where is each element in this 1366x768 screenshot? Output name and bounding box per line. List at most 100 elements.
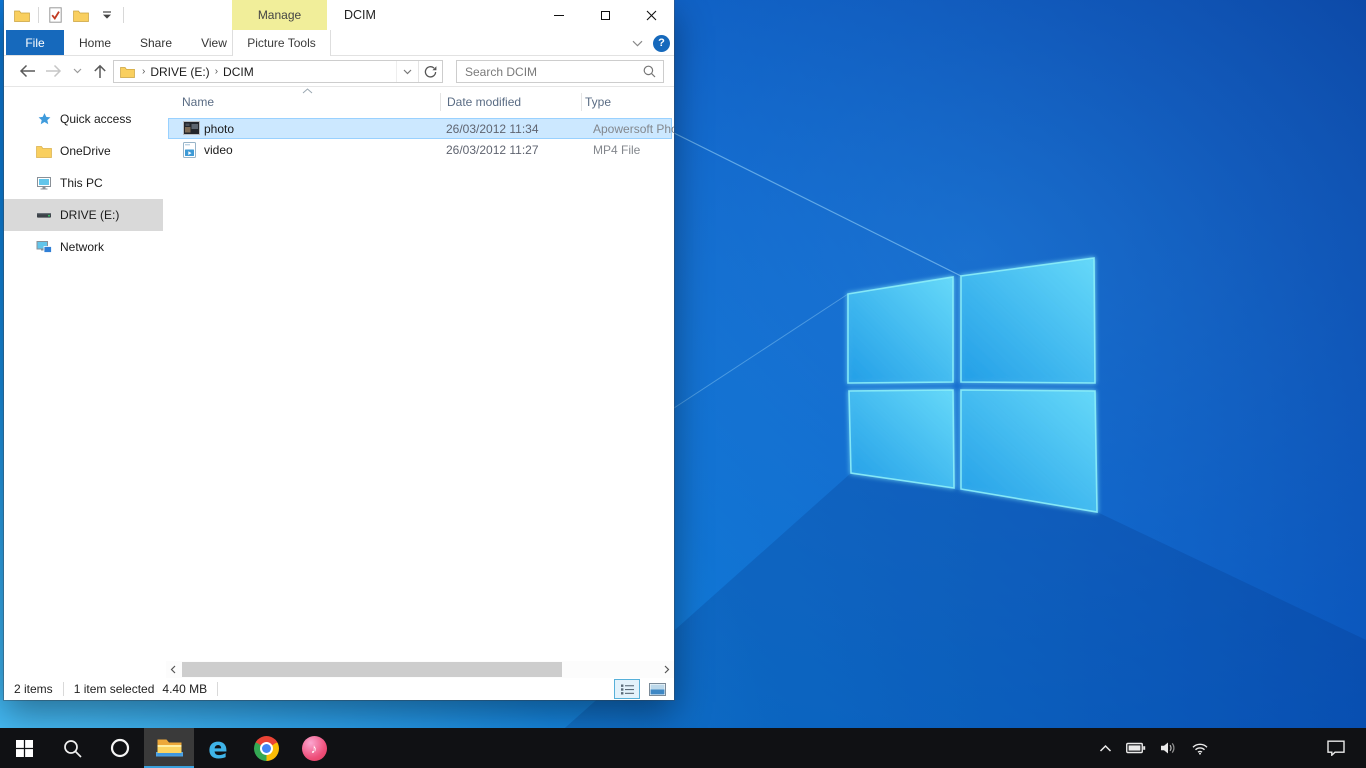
action-center-button[interactable]: [1320, 728, 1352, 768]
qat-properties-button[interactable]: [45, 4, 65, 26]
sidebar-item-drive-e[interactable]: DRIVE (E:): [4, 199, 163, 231]
ribbon-right-controls: [632, 30, 672, 56]
file-name: photo: [204, 122, 234, 136]
qat-customize-button[interactable]: [97, 4, 117, 26]
system-tray: [1092, 728, 1366, 768]
file-date-modified: 26/03/2012 11:27: [446, 143, 539, 157]
column-divider[interactable]: [581, 93, 582, 111]
back-button[interactable]: [15, 59, 39, 83]
column-header-name[interactable]: Name: [182, 95, 214, 109]
volume-tray-button[interactable]: [1153, 728, 1184, 768]
toolbar-separator: [123, 7, 124, 23]
folder-icon: [120, 66, 135, 78]
search-icon[interactable]: [643, 65, 656, 78]
quick-access-star-icon: [36, 111, 52, 127]
maximize-button[interactable]: [582, 0, 628, 30]
minimize-button[interactable]: [536, 0, 582, 30]
status-bar: 2 items 1 item selected 4.40 MB: [4, 678, 674, 700]
horizontal-scrollbar[interactable]: [166, 661, 674, 678]
breadcrumb-separator-icon: [210, 66, 223, 77]
qat-new-folder-button[interactable]: [71, 4, 91, 26]
edge-icon: [208, 734, 228, 763]
main-area: Quick access OneDrive This PC: [4, 88, 674, 678]
show-hidden-icons-button[interactable]: [1092, 728, 1119, 768]
tab-home[interactable]: Home: [64, 30, 126, 55]
this-pc-monitor-icon: [36, 175, 52, 191]
properties-check-icon: [49, 7, 62, 23]
breadcrumb-folder[interactable]: DCIM: [223, 65, 254, 79]
chevron-right-icon: [664, 665, 670, 674]
scrollbar-thumb[interactable]: [182, 662, 562, 677]
desktop-screen: Manage DCIM File Home Share View Picture…: [0, 0, 1366, 768]
ribbon-tab-row: File Home Share View Picture Tools: [4, 30, 674, 56]
new-folder-icon: [73, 9, 89, 22]
windows-start-icon: [16, 740, 33, 757]
scroll-left-button[interactable]: [166, 661, 180, 678]
sort-ascending-icon: [302, 88, 313, 94]
toolbar-separator: [38, 7, 39, 23]
large-icons-view-button[interactable]: [644, 679, 670, 699]
close-button[interactable]: [628, 0, 674, 30]
cortana-button[interactable]: [96, 728, 144, 768]
sidebar-item-this-pc[interactable]: This PC: [4, 167, 166, 199]
taskbar-edge-button[interactable]: [194, 728, 242, 768]
chevron-down-icon: [632, 40, 643, 47]
sidebar-item-label: Network: [60, 240, 104, 254]
scrollbar-track[interactable]: [180, 661, 660, 678]
refresh-button[interactable]: [418, 61, 442, 82]
file-row-video[interactable]: video 26/03/2012 11:27 MP4 File: [166, 139, 674, 160]
column-header-type[interactable]: Type: [585, 95, 611, 109]
file-row-photo[interactable]: photo 26/03/2012 11:34 Apowersoft Pho: [168, 118, 672, 139]
window-title: DCIM: [344, 0, 376, 30]
battery-icon: [1126, 742, 1146, 754]
thumbnail-view-icon: [649, 683, 666, 696]
caption-buttons: [536, 0, 674, 30]
sidebar-item-label: OneDrive: [60, 144, 111, 158]
column-divider[interactable]: [440, 93, 441, 111]
sidebar-item-network[interactable]: Network: [4, 231, 166, 263]
column-header-date-modified[interactable]: Date modified: [447, 95, 521, 109]
chevron-down-icon: [73, 68, 82, 74]
video-file-icon: [183, 142, 196, 161]
search-taskbar-button[interactable]: [48, 728, 96, 768]
breadcrumb-drive[interactable]: DRIVE (E:): [150, 65, 209, 79]
wifi-tray-button[interactable]: [1184, 728, 1216, 768]
chevron-left-icon: [170, 665, 176, 674]
up-button[interactable]: [88, 59, 112, 83]
sidebar-item-label: Quick access: [60, 112, 131, 126]
tab-file[interactable]: File: [6, 30, 64, 55]
expand-ribbon-button[interactable]: [632, 40, 643, 47]
scroll-right-button[interactable]: [660, 661, 674, 678]
sidebar-item-label: DRIVE (E:): [60, 208, 119, 222]
taskbar-chrome-button[interactable]: [242, 728, 290, 768]
forward-button[interactable]: [41, 59, 65, 83]
navigation-pane: Quick access OneDrive This PC: [4, 88, 166, 678]
chevron-up-icon: [1099, 744, 1112, 752]
status-separator: [217, 682, 218, 696]
battery-tray-button[interactable]: [1119, 728, 1153, 768]
details-view-button[interactable]: [614, 679, 640, 699]
sidebar-item-onedrive[interactable]: OneDrive: [4, 135, 166, 167]
action-center-icon: [1327, 740, 1345, 756]
itunes-icon: [302, 736, 327, 761]
contextual-tab-header[interactable]: Manage: [232, 0, 327, 30]
breadcrumb-separator-icon: [137, 66, 150, 77]
sidebar-item-label: This PC: [60, 176, 103, 190]
file-explorer-icon: [156, 737, 183, 759]
search-input[interactable]: [457, 65, 643, 79]
tab-picture-tools[interactable]: Picture Tools: [232, 30, 331, 56]
photo-thumbnail-icon: [183, 121, 200, 138]
address-dropdown-button[interactable]: [396, 61, 418, 82]
tab-share[interactable]: Share: [126, 30, 186, 55]
search-icon: [63, 739, 82, 758]
chrome-icon: [254, 736, 279, 761]
sidebar-item-quick-access[interactable]: Quick access: [4, 103, 166, 135]
taskbar-file-explorer-button[interactable]: [144, 728, 194, 768]
taskbar-itunes-button[interactable]: [290, 728, 338, 768]
start-button[interactable]: [0, 728, 48, 768]
wifi-icon: [1191, 741, 1209, 755]
removable-drive-icon: [36, 207, 52, 223]
recent-locations-button[interactable]: [65, 59, 89, 83]
help-button[interactable]: [653, 35, 670, 52]
address-bar[interactable]: DRIVE (E:) DCIM: [113, 60, 443, 83]
